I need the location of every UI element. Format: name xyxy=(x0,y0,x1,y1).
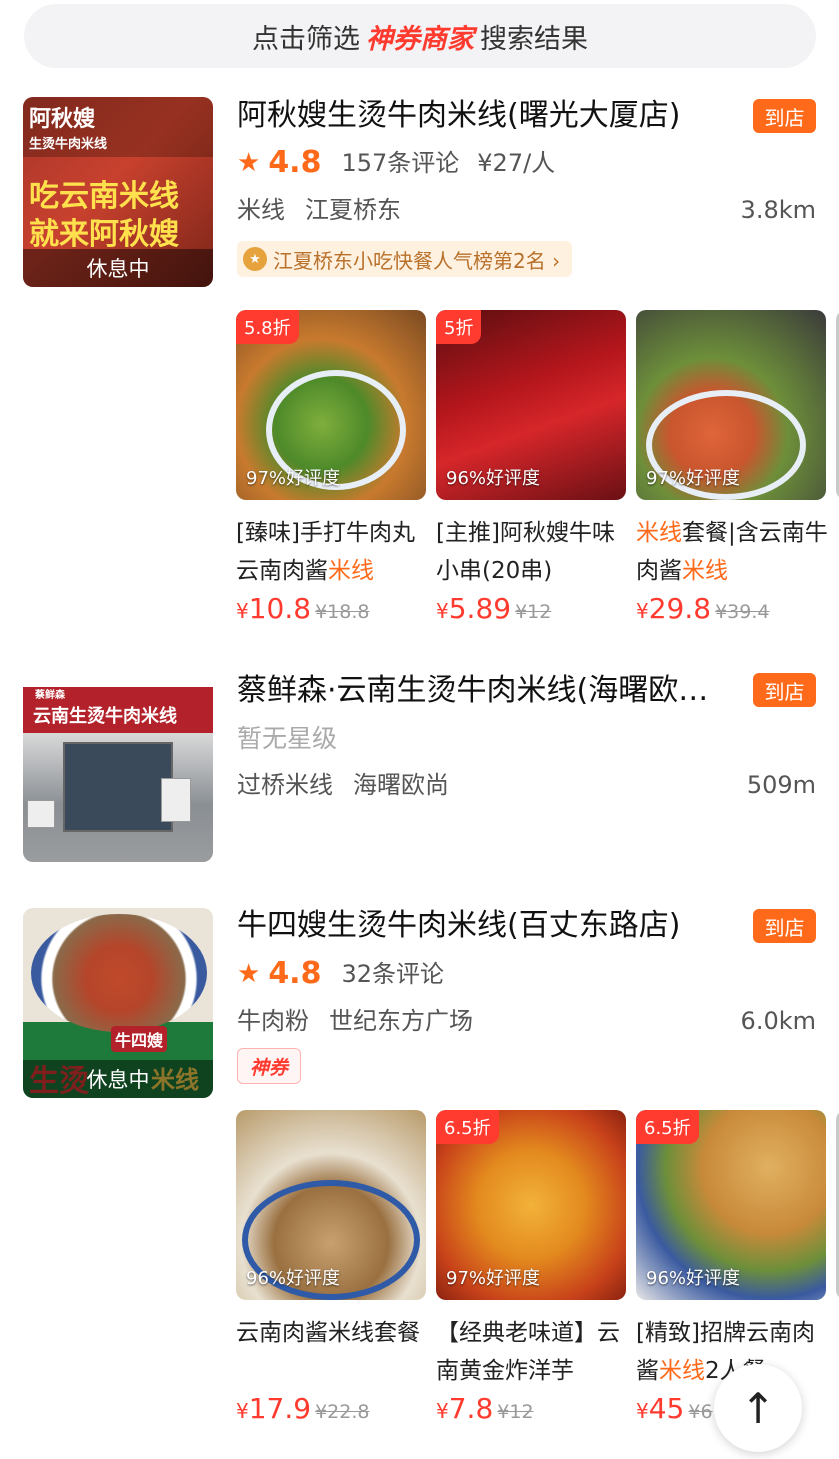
deal-title: [主推]阿秋嫂牛味小串(20串) xyxy=(436,520,615,584)
positive-rate: 97%好评度 xyxy=(446,1268,541,1289)
filter-brand-label: 神券商家 xyxy=(366,23,474,55)
filter-bar[interactable]: 点击筛选 神券商家 搜索结果 xyxy=(24,4,816,68)
thumb-brand-text: 牛四嫂 xyxy=(111,1026,168,1052)
positive-rate: 97%好评度 xyxy=(646,468,741,489)
price-original: ¥12 xyxy=(515,601,552,623)
closed-status: 休息中 xyxy=(23,249,213,287)
filter-prefix: 点击筛选 xyxy=(252,23,360,55)
deal-image: 96%好评度 xyxy=(236,1110,426,1300)
star-icon: ★ xyxy=(237,959,261,989)
rating-score: 4.8 xyxy=(268,145,322,180)
deal-image: 6.5折 97%好评度 xyxy=(436,1110,626,1300)
shop-thumbnail[interactable]: 蔡鲜森 云南生烫牛肉米线 xyxy=(23,672,213,862)
review-count: 157条评论 xyxy=(341,149,460,177)
visit-store-badge: 到店 xyxy=(753,99,816,133)
review-count: 32条评论 xyxy=(341,960,445,988)
price-original: ¥18.8 xyxy=(315,601,370,623)
thumb-brand-text: 阿秋嫂 xyxy=(29,107,96,132)
shop-tags: 过桥米线 海曙欧尚 xyxy=(237,768,449,802)
visit-store-badge: 到店 xyxy=(753,909,816,943)
deal-price: ¥17.9 ¥22.8 xyxy=(236,1392,370,1425)
distance: 6.0km xyxy=(740,1007,816,1035)
area-tag: 世纪东方广场 xyxy=(329,1007,473,1035)
price-per-person: ¥27/人 xyxy=(477,149,556,177)
deal-title: 米线套餐|含云南牛肉酱米线 xyxy=(636,520,828,584)
deal-list[interactable]: 5.8折 97%好评度 [臻味]手打牛肉丸云南肉酱米线 ¥10.8 ¥18.8 … xyxy=(236,310,839,640)
rank-text: 江夏桥东小吃快餐人气榜第2名 › xyxy=(273,248,561,273)
price-current: 17.9 xyxy=(248,1392,312,1425)
filter-suffix: 搜索结果 xyxy=(480,23,588,55)
deal-image: 6.5折 96%好评度 xyxy=(636,1110,826,1300)
price-original: ¥22.8 xyxy=(315,1401,370,1423)
distance: 509m xyxy=(746,771,816,799)
shop-thumbnail[interactable]: 牛四嫂 生烫 米线 休息中 xyxy=(23,908,213,1098)
thumb-slogan-2: 就来阿秋嫂 xyxy=(29,217,179,252)
visit-store-badge: 到店 xyxy=(753,673,816,707)
discount-tag: 5折 xyxy=(436,310,482,344)
arrow-up-icon: ↑ xyxy=(740,1383,776,1433)
thumb-sign-text: 云南生烫牛肉米线 xyxy=(33,706,177,727)
area-tag: 江夏桥东 xyxy=(305,196,401,224)
deal-image: 97%好评度 xyxy=(636,310,826,500)
area-tag: 海曙欧尚 xyxy=(353,771,449,799)
deal-title: 【经典老味道】云南黄金炸洋芋 xyxy=(436,1320,620,1384)
rating-row: ★ 4.8 157条评论 ¥27/人 xyxy=(237,146,555,180)
positive-rate: 97%好评度 xyxy=(246,468,341,489)
price-current: 10.8 xyxy=(248,592,312,625)
price-original: ¥12 xyxy=(497,1401,534,1423)
rank-badge[interactable]: ★ 江夏桥东小吃快餐人气榜第2名 › xyxy=(237,241,573,277)
deal-image: 5折 96%好评度 xyxy=(436,310,626,500)
rating-score: 4.8 xyxy=(268,956,322,991)
coupon-badge: 神券 xyxy=(237,1048,301,1084)
star-icon: ★ xyxy=(237,148,261,178)
back-to-top-button[interactable]: ↑ xyxy=(714,1364,802,1452)
rating-row: ★ 4.8 32条评论 xyxy=(237,957,462,991)
price-current: 45 xyxy=(648,1392,685,1425)
positive-rate: 96%好评度 xyxy=(446,468,541,489)
shop-name[interactable]: 阿秋嫂生烫牛肉米线(曙光大厦店) xyxy=(237,96,737,136)
closed-status: 休息中 xyxy=(23,1060,213,1098)
thumb-brand-text: 蔡鲜森 xyxy=(35,690,65,701)
category-tag: 过桥米线 xyxy=(237,771,333,799)
price-current: 7.8 xyxy=(448,1392,494,1425)
distance: 3.8km xyxy=(740,196,816,224)
shop-name[interactable]: 牛四嫂生烫牛肉米线(百丈东路店) xyxy=(237,906,737,946)
price-current: 5.89 xyxy=(448,592,512,625)
discount-tag: 5.8折 xyxy=(236,310,299,344)
deal-title: 云南肉酱米线套餐 xyxy=(236,1320,420,1346)
shop-thumbnail[interactable]: 阿秋嫂 生烫牛肉米线 吃云南米线 就来阿秋嫂 休息中 xyxy=(23,97,213,287)
thumb-sub-text: 生烫牛肉米线 xyxy=(29,137,108,152)
positive-rate: 96%好评度 xyxy=(246,1268,341,1289)
price-original: ¥39.4 xyxy=(715,601,770,623)
positive-rate: 96%好评度 xyxy=(646,1268,741,1289)
shop-name[interactable]: 蔡鲜森·云南生烫牛肉米线(海曙欧尚店) xyxy=(237,671,737,711)
shop-tags: 米线 江夏桥东 xyxy=(237,193,401,227)
medal-icon: ★ xyxy=(243,247,267,271)
deal-image: 5.8折 97%好评度 xyxy=(236,310,426,500)
category-tag: 牛肉粉 xyxy=(237,1007,309,1035)
category-tag: 米线 xyxy=(237,196,285,224)
deal-price: ¥5.89 ¥12 xyxy=(436,592,552,625)
price-original: ¥6 xyxy=(688,1401,713,1423)
discount-tag: 6.5折 xyxy=(636,1110,699,1144)
discount-tag: 6.5折 xyxy=(436,1110,499,1144)
deal-price: ¥45 ¥6 xyxy=(636,1392,713,1425)
deal-price: ¥7.8 ¥12 xyxy=(436,1392,534,1425)
price-current: 29.8 xyxy=(648,592,712,625)
deal-price: ¥29.8 ¥39.4 xyxy=(636,592,770,625)
no-rating-label: 暂无星级 xyxy=(237,724,338,753)
shop-tags: 牛肉粉 世纪东方广场 xyxy=(237,1004,473,1038)
deal-price: ¥10.8 ¥18.8 xyxy=(236,592,370,625)
deal-title: [臻味]手打牛肉丸云南肉酱米线 xyxy=(236,520,415,584)
